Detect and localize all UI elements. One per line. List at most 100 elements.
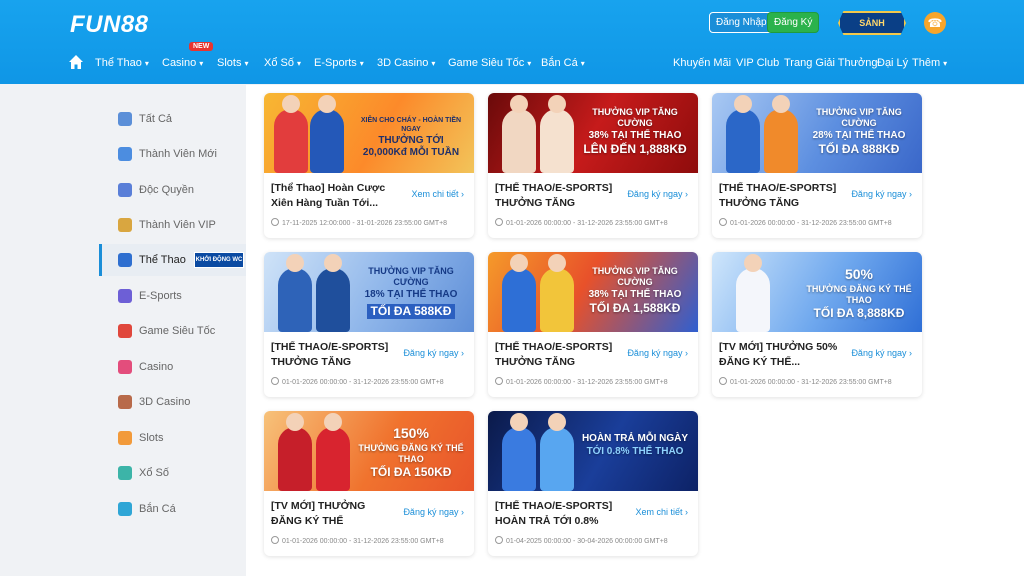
promo-banner[interactable]: XIÊN CHO CHÁY - HOÀN TIỀN NGAY THƯỞNG TỚ… xyxy=(264,93,474,173)
promo-card[interactable]: THƯỞNG VIP TĂNG CƯỜNG 28% TẠI THỂ THAO T… xyxy=(712,93,922,238)
sidebar-item-fishing[interactable]: Bắn Cá xyxy=(99,493,246,525)
promo-card[interactable]: THƯỞNG VIP TĂNG CƯỜNG 38% TẠI THỂ THAO T… xyxy=(488,252,698,397)
sidebar-item-slots[interactable]: Slots xyxy=(99,422,246,454)
promo-banner[interactable]: THƯỞNG VIP TĂNG CƯỜNG 38% TẠI THỂ THAO L… xyxy=(488,93,698,173)
register-now-link[interactable]: Đăng ký ngay › xyxy=(403,348,464,358)
sidebar-item-casino[interactable]: Casino xyxy=(99,351,246,383)
model-figure xyxy=(502,413,536,491)
promo-card[interactable]: 150% THƯỞNG ĐĂNG KÝ THỂ THAO TỐI ĐA 150K… xyxy=(264,411,474,556)
promo-card[interactable]: XIÊN CHO CHÁY - HOÀN TIỀN NGAY THƯỞNG TỚ… xyxy=(264,93,474,238)
view-details-link[interactable]: Xem chi tiết › xyxy=(411,189,464,199)
promo-date-range: 01-01-2026 00:00:00 - 31-12-2026 23:55:0… xyxy=(271,377,444,386)
clock-icon xyxy=(271,218,279,226)
model-figure xyxy=(736,254,770,332)
sidebar-item-exclusive[interactable]: Độc Quyền xyxy=(99,174,246,206)
register-now-link[interactable]: Đăng ký ngay › xyxy=(403,507,464,517)
nav-more[interactable]: Thêm ▾ xyxy=(912,57,947,69)
register-now-link[interactable]: Đăng ký ngay › xyxy=(627,348,688,358)
promo-card[interactable]: THƯỞNG VIP TĂNG CƯỜNG 18% TẠI THỂ THAO T… xyxy=(264,252,474,397)
model-figure xyxy=(278,413,312,491)
banner-headline: 150% THƯỞNG ĐĂNG KÝ THỂ THAO TỐI ĐA 150K… xyxy=(358,425,464,479)
chevron-down-icon: ▾ xyxy=(199,59,204,68)
promo-banner[interactable]: THƯỞNG VIP TĂNG CƯỜNG 28% TẠI THỂ THAO T… xyxy=(712,93,922,173)
chevron-down-icon: ▾ xyxy=(244,59,249,68)
fun88-logo[interactable]: FUN88 xyxy=(70,11,149,39)
sidebar-item-esports[interactable]: E-Sports xyxy=(99,280,246,312)
sidebar-item-new-member[interactable]: Thành Viên Mới xyxy=(99,138,246,170)
register-now-link[interactable]: Đăng ký ngay › xyxy=(851,348,912,358)
banner-headline: HOÀN TRẢ MỖI NGÀY TỚI 0.8% THỂ THAO xyxy=(581,433,689,457)
nav-lottery[interactable]: Xổ Số ▾ xyxy=(264,57,301,69)
chevron-right-icon: › xyxy=(909,348,912,358)
promo-banner[interactable]: 50% THƯỞNG ĐĂNG KÝ THỂ THAO TỐI ĐA 8,888… xyxy=(712,252,922,332)
promo-date-range: 17-11-2025 12:00:000 - 31-01-2026 23:55:… xyxy=(271,218,447,227)
reward-hall-button[interactable]: SẢNH THƯỞNG xyxy=(838,11,906,35)
promo-title: [THỂ THAO/E-SPORTS] HOÀN TRẢ TỚI 0.8% xyxy=(495,500,613,527)
chevron-right-icon: › xyxy=(685,348,688,358)
promo-banner[interactable]: THƯỞNG VIP TĂNG CƯỜNG 38% TẠI THỂ THAO T… xyxy=(488,252,698,332)
chevron-down-icon: ▾ xyxy=(144,59,149,68)
chevron-down-icon: ▾ xyxy=(527,59,532,68)
fast-game-icon xyxy=(118,324,132,338)
grid-icon xyxy=(118,112,132,126)
clock-icon xyxy=(495,377,503,385)
banner-headline: 50% THƯỞNG ĐĂNG KÝ THỂ THAO TỐI ĐA 8,888… xyxy=(806,266,912,320)
promo-title: [TV MỚI] THƯỞNG ĐĂNG KÝ THỂ THAO/ESPORTS xyxy=(271,500,366,527)
model-figure xyxy=(540,95,574,173)
view-details-link[interactable]: Xem chi tiết › xyxy=(635,507,688,517)
clock-icon xyxy=(271,536,279,544)
support-icon[interactable]: ☎ xyxy=(924,12,946,34)
nav-fishing[interactable]: Bắn Cá ▾ xyxy=(541,57,585,69)
register-now-link[interactable]: Đăng ký ngay › xyxy=(851,189,912,199)
promo-date-range: 01-01-2026 00:00:00 - 31-12-2026 23:55:0… xyxy=(719,377,892,386)
promo-banner[interactable]: HOÀN TRẢ MỖI NGÀY TỚI 0.8% THỂ THAO xyxy=(488,411,698,491)
nav-rewards-page[interactable]: Trang Giải Thưởng xyxy=(784,57,877,69)
nav-agent[interactable]: Đại Lý xyxy=(877,57,908,69)
model-figure xyxy=(726,95,760,173)
promo-date-range: 01-01-2026 00:00:00 - 31-12-2026 23:55:0… xyxy=(495,218,668,227)
promo-title: [THỂ THAO/E-SPORTS] THƯỞNG TĂNG CƯỜNG... xyxy=(271,341,389,368)
world-cup-badge: KHỞI ĐỘNG WC xyxy=(194,252,244,268)
promo-title: [THỂ THAO/E-SPORTS] THƯỞNG TĂNG CƯỜNG... xyxy=(495,341,613,368)
nav-casino[interactable]: Casino ▾ xyxy=(162,57,203,69)
nav-vip-club[interactable]: VIP Club xyxy=(736,57,779,69)
chevron-right-icon: › xyxy=(461,189,464,199)
promo-title: [Thể Thao] Hoàn Cược Xiên Hàng Tuần Tới.… xyxy=(271,182,386,209)
model-figure xyxy=(502,95,536,173)
promo-card[interactable]: 50% THƯỞNG ĐĂNG KÝ THỂ THAO TỐI ĐA 8,888… xyxy=(712,252,922,397)
nav-sports[interactable]: Thể Thao ▾ xyxy=(95,57,149,69)
promo-banner[interactable]: 150% THƯỞNG ĐĂNG KÝ THỂ THAO TỐI ĐA 150K… xyxy=(264,411,474,491)
lottery-ball-icon xyxy=(118,466,132,480)
promo-card[interactable]: THƯỞNG VIP TĂNG CƯỜNG 38% TẠI THỂ THAO L… xyxy=(488,93,698,238)
nav-esports[interactable]: E-Sports ▾ xyxy=(314,57,364,69)
nav-promotions[interactable]: Khuyến Mãi xyxy=(673,57,731,69)
clock-icon xyxy=(271,377,279,385)
nav-fast-games[interactable]: Game Siêu Tốc ▾ xyxy=(448,57,531,69)
promo-banner[interactable]: THƯỞNG VIP TĂNG CƯỜNG 18% TẠI THỂ THAO T… xyxy=(264,252,474,332)
clock-icon xyxy=(495,536,503,544)
promo-title: [TV MỚI] THƯỞNG 50% ĐĂNG KÝ THỂ... xyxy=(719,341,838,368)
clock-icon xyxy=(719,377,727,385)
sidebar-item-vip-member[interactable]: Thành Viên VIP xyxy=(99,209,246,241)
banner-headline: THƯỞNG VIP TĂNG CƯỜNG 38% TẠI THỂ THAO T… xyxy=(588,266,682,315)
promo-date-range: 01-01-2026 00:00:00 - 31-12-2026 23:55:0… xyxy=(495,377,668,386)
banner-headline: THƯỞNG VIP TĂNG CƯỜNG 38% TẠI THỂ THAO L… xyxy=(583,107,687,156)
model-figure xyxy=(316,413,350,491)
nav-3d-casino[interactable]: 3D Casino ▾ xyxy=(377,57,435,69)
chevron-right-icon: › xyxy=(685,507,688,517)
sidebar-item-fast-games[interactable]: Game Siêu Tốc xyxy=(99,315,246,347)
register-now-link[interactable]: Đăng ký ngay › xyxy=(627,189,688,199)
home-icon[interactable] xyxy=(68,54,84,70)
gamepad-icon xyxy=(118,289,132,303)
promo-card[interactable]: HOÀN TRẢ MỖI NGÀY TỚI 0.8% THỂ THAO [THỂ… xyxy=(488,411,698,556)
soccer-ball-icon xyxy=(118,253,132,267)
sidebar-item-sports[interactable]: Thể Thao KHỞI ĐỘNG WC xyxy=(99,244,246,276)
login-button[interactable]: Đăng Nhập xyxy=(709,12,774,33)
nav-slots[interactable]: Slots ▾ xyxy=(217,57,248,69)
chevron-down-icon: ▾ xyxy=(296,59,301,68)
sidebar-item-lottery[interactable]: Xổ Số xyxy=(99,457,246,489)
register-button[interactable]: Đăng Ký xyxy=(767,12,820,33)
sidebar-item-all[interactable]: Tất Cả xyxy=(99,103,246,135)
sidebar-item-3d-casino[interactable]: 3D Casino xyxy=(99,386,246,418)
user-icon xyxy=(118,147,132,161)
